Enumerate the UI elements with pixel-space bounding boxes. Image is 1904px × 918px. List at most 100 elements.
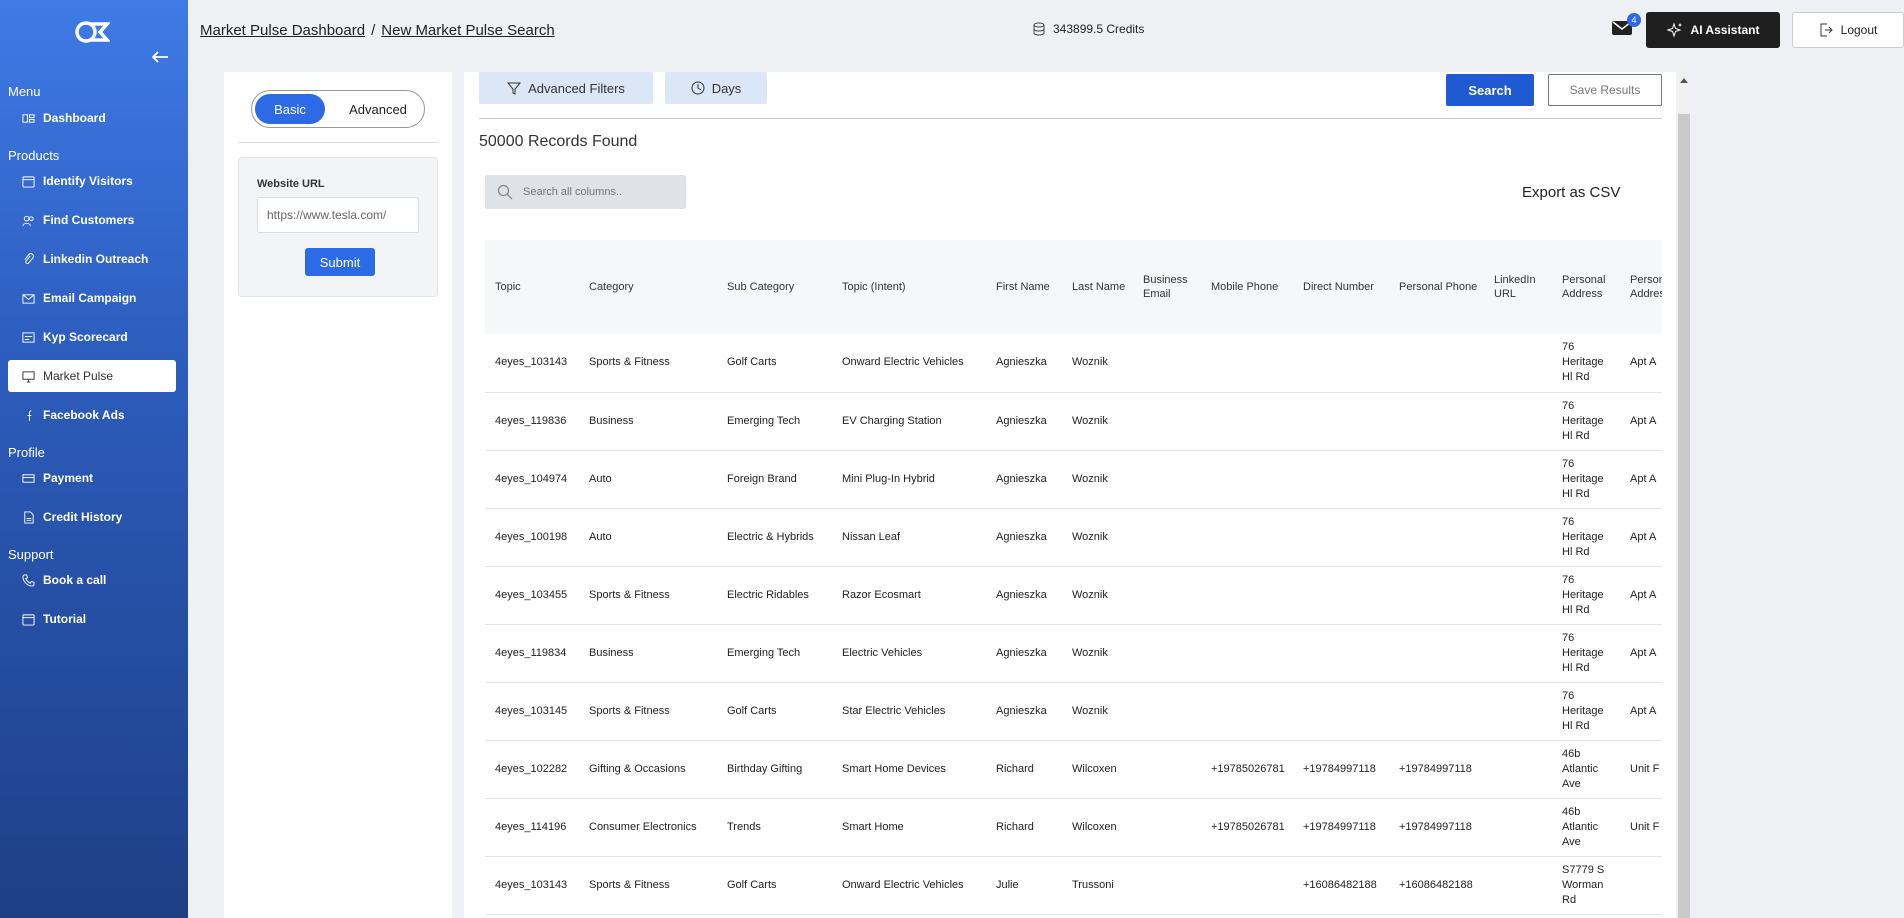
table-cell bbox=[1484, 798, 1552, 856]
ai-assistant-label: AI Assistant bbox=[1690, 23, 1760, 37]
table-cell: 76 Heritage Hl Rd bbox=[1562, 341, 1604, 384]
table-cell: Agnieszka bbox=[996, 414, 1047, 427]
table-cell: Electric & Hybrids bbox=[727, 530, 814, 543]
table-cell: 4eyes_119836 bbox=[495, 414, 567, 427]
column-header[interactable]: Personal Address bbox=[1552, 240, 1620, 334]
table-row[interactable]: 4eyes_103143 Sports & Fitness Golf Carts On… bbox=[485, 334, 1662, 392]
table-row[interactable]: 4eyes_103143 Sports & Fitness Golf Carts On… bbox=[485, 856, 1662, 914]
scroll-up-arrow[interactable] bbox=[1680, 78, 1688, 83]
table-cell: Razor Ecosmart bbox=[842, 588, 921, 601]
column-header[interactable]: Last Name bbox=[1062, 240, 1133, 334]
table-row[interactable]: 4eyes_102282 Gifting & Occasions Birthday … bbox=[485, 740, 1662, 798]
table-cell: EV Charging Station bbox=[842, 414, 942, 427]
sparkle-icon bbox=[1666, 22, 1682, 38]
column-header[interactable]: Sub Category bbox=[717, 240, 832, 334]
results-panel: Advanced Filters Days Search Save Result… bbox=[464, 72, 1692, 918]
logout-icon bbox=[1820, 23, 1833, 37]
table-cell bbox=[1484, 450, 1552, 508]
table-cell bbox=[1389, 624, 1484, 682]
website-url-label: Website URL bbox=[257, 178, 325, 190]
table-cell bbox=[1484, 392, 1552, 450]
toggle-advanced[interactable]: Advanced bbox=[336, 94, 420, 124]
logout-button[interactable]: Logout bbox=[1792, 12, 1904, 48]
table-row[interactable]: 4eyes_103455 Sports & Fitness Electric Rid… bbox=[485, 566, 1662, 624]
submit-button[interactable]: Submit bbox=[305, 248, 375, 276]
ai-assistant-button[interactable]: AI Assistant bbox=[1646, 12, 1780, 48]
column-header[interactable]: Personal Address 2 bbox=[1620, 240, 1662, 334]
sidebar-item-label: Kyp Scorecard bbox=[43, 330, 128, 344]
table-cell bbox=[1484, 682, 1552, 740]
sidebar-item-kyp-scorecard[interactable]: Kyp Scorecard bbox=[8, 321, 176, 353]
advanced-filters-button[interactable]: Advanced Filters bbox=[479, 72, 653, 104]
breadcrumb-market-pulse-dashboard[interactable]: Market Pulse Dashboard bbox=[200, 22, 365, 39]
column-header[interactable]: Mobile Phone bbox=[1201, 240, 1293, 334]
table-cell: 76 Heritage Hl Rd bbox=[1562, 573, 1604, 616]
sidebar-item-payment[interactable]: Payment bbox=[8, 462, 176, 494]
table-cell: 46b Atlantic Ave bbox=[1562, 747, 1599, 790]
search-button[interactable]: Search bbox=[1446, 74, 1534, 106]
table-row[interactable]: 4eyes_104974 Auto Foreign Brand Mini Plug-I… bbox=[485, 450, 1662, 508]
table-cell bbox=[1620, 856, 1662, 914]
table-cell: 46b Atlantic Ave bbox=[1562, 805, 1599, 848]
sidebar-item-facebook-ads[interactable]: Facebook Ads bbox=[8, 399, 176, 431]
export-csv-button[interactable]: Export as CSV bbox=[1522, 184, 1620, 201]
table-cell: Business bbox=[589, 646, 634, 659]
save-results-button[interactable]: Save Results bbox=[1548, 74, 1662, 106]
table-cell: 4eyes_114196 bbox=[495, 820, 567, 833]
website-url-input[interactable] bbox=[257, 197, 419, 233]
facebook-icon bbox=[27, 409, 32, 421]
table-cell bbox=[1201, 682, 1293, 740]
table-cell: Woznik bbox=[1072, 588, 1108, 601]
table-cell bbox=[1293, 624, 1389, 682]
table-cell: Richard bbox=[996, 820, 1034, 833]
sidebar-item-tutorial[interactable]: Tutorial bbox=[8, 603, 176, 635]
days-button[interactable]: Days bbox=[665, 72, 767, 104]
table-cell bbox=[1484, 566, 1552, 624]
column-header[interactable]: Direct Number bbox=[1293, 240, 1389, 334]
table-cell: 4eyes_103455 bbox=[495, 588, 568, 601]
column-header[interactable]: Category bbox=[579, 240, 717, 334]
column-header[interactable]: Topic bbox=[485, 240, 579, 334]
sidebar-item-identify-visitors[interactable]: Identify Visitors bbox=[8, 165, 176, 197]
table-cell: Apt A bbox=[1630, 356, 1657, 369]
table-cell: +19784997118 bbox=[1399, 762, 1472, 775]
table-row[interactable]: 4eyes_119834 Business Emerging Tech Electri… bbox=[485, 624, 1662, 682]
sidebar-item-credit-history[interactable]: Credit History bbox=[8, 501, 176, 533]
sidebar-item-book-a-call[interactable]: Book a call bbox=[8, 564, 176, 596]
sidebar-item-label: Find Customers bbox=[43, 213, 135, 227]
table-cell: Onward Electric Vehicles bbox=[842, 878, 964, 891]
column-header[interactable]: Topic (Intent) bbox=[832, 240, 986, 334]
column-header[interactable]: First Name bbox=[986, 240, 1062, 334]
table-row[interactable]: 4eyes_114196 Consumer Electronics Trends Sm… bbox=[485, 798, 1662, 856]
paperclip-icon bbox=[24, 252, 34, 264]
table-cell: Golf Carts bbox=[727, 704, 777, 717]
column-header[interactable]: Personal Phone bbox=[1389, 240, 1484, 334]
toggle-basic[interactable]: Basic bbox=[255, 94, 325, 124]
table-cell: Trussoni bbox=[1072, 878, 1114, 891]
table-cell: Gifting & Occasions bbox=[589, 762, 686, 775]
table-cell: Woznik bbox=[1072, 356, 1108, 369]
sidebar-item-linkedin-outreach[interactable]: Linkedin Outreach bbox=[8, 243, 176, 275]
table-row[interactable]: 4eyes_100198 Auto Electric & Hybrids Nissan… bbox=[485, 508, 1662, 566]
table-row[interactable]: 4eyes_103145 Sports & Fitness Golf Carts St… bbox=[485, 682, 1662, 740]
table-cell bbox=[1201, 624, 1293, 682]
vertical-scrollbar[interactable] bbox=[1676, 72, 1692, 918]
filter-icon bbox=[507, 82, 522, 95]
table-cell: Woznik bbox=[1072, 704, 1108, 717]
table-search-input[interactable] bbox=[523, 186, 673, 198]
arrow-left-icon[interactable] bbox=[150, 49, 170, 65]
table-cell: Birthday Gifting bbox=[727, 762, 803, 775]
table-cell: Electric Vehicles bbox=[842, 646, 923, 659]
sidebar-item-dashboard[interactable]: Dashboard bbox=[8, 102, 176, 134]
sidebar-item-find-customers[interactable]: Find Customers bbox=[8, 204, 176, 236]
scrollbar-thumb[interactable] bbox=[1678, 114, 1690, 918]
column-header[interactable]: Business Email bbox=[1133, 240, 1201, 334]
table-cell: Agnieszka bbox=[996, 356, 1047, 369]
column-header[interactable]: LinkedIn URL bbox=[1484, 240, 1552, 334]
table-cell: Agnieszka bbox=[996, 646, 1047, 659]
table-cell: Golf Carts bbox=[727, 878, 777, 891]
table-row[interactable]: 4eyes_119836 Business Emerging Tech EV Char… bbox=[485, 392, 1662, 450]
sidebar-item-market-pulse[interactable]: Market Pulse bbox=[8, 360, 176, 392]
breadcrumb-new-market-pulse-search[interactable]: New Market Pulse Search bbox=[381, 22, 554, 39]
sidebar-item-email-campaign[interactable]: Email Campaign bbox=[8, 282, 176, 314]
